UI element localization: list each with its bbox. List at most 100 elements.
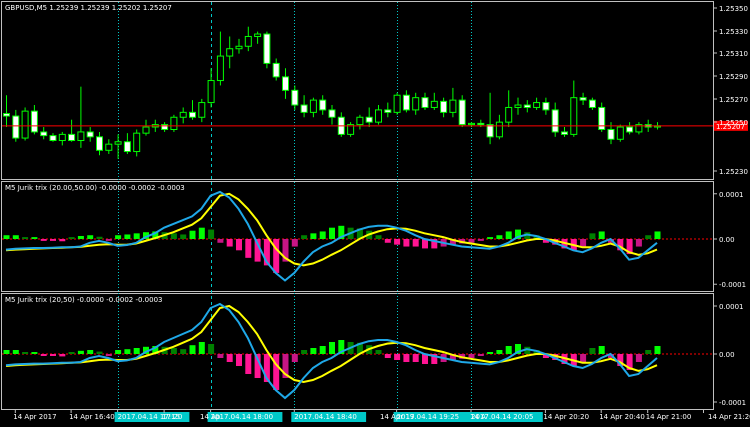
candle-body — [588, 99, 596, 108]
candle-body — [412, 97, 420, 111]
candle-body — [309, 99, 317, 113]
histogram-bar — [477, 239, 484, 241]
time-label-partial: 14 Ap — [200, 413, 221, 421]
histogram-bar — [124, 234, 131, 239]
time-highlight-label: 2017.04.14 18:40 — [294, 413, 356, 421]
indicator-axis-label: -0.0001 — [719, 399, 746, 407]
candle-body — [291, 89, 299, 106]
histogram-bar — [394, 354, 401, 360]
histogram-bar — [505, 231, 512, 239]
candle-body — [123, 141, 131, 153]
histogram-bar — [87, 350, 94, 354]
histogram-bar — [217, 354, 224, 358]
candle-body — [449, 99, 457, 113]
histogram-bar — [96, 351, 103, 354]
histogram-bar — [77, 235, 84, 239]
histogram-bar — [245, 239, 252, 258]
candle-body — [142, 126, 150, 134]
histogram-bar — [487, 237, 494, 239]
time-label: 14 Apr 2017 — [13, 413, 56, 421]
histogram-bar — [12, 350, 19, 354]
price-tick-label: 1.25270 — [719, 96, 748, 104]
histogram-bar — [31, 352, 38, 354]
histogram-bar — [59, 239, 66, 242]
candle-body — [30, 110, 38, 133]
price-tick-label: 1.25310 — [719, 50, 748, 58]
histogram-bar — [50, 239, 56, 241]
histogram-bar — [22, 237, 29, 239]
histogram-bar — [589, 348, 596, 354]
time-label: 17:20 — [162, 413, 182, 421]
candle-body — [77, 131, 85, 142]
time-label: 14 Apr 16:40 — [69, 413, 115, 421]
histogram-bar — [3, 350, 10, 354]
candle-body — [244, 35, 252, 47]
candle-body — [533, 102, 541, 108]
candle-body — [105, 143, 113, 151]
candle-body — [68, 133, 76, 142]
histogram-bar — [654, 346, 661, 354]
candle-body — [58, 133, 66, 142]
histogram-bar — [40, 239, 47, 241]
histogram-bar — [40, 354, 47, 356]
candle-body — [430, 100, 438, 108]
candle-body — [375, 109, 382, 123]
price-tick-label: 1.25230 — [719, 168, 748, 176]
candle-body — [49, 135, 57, 142]
histogram-bar — [598, 231, 605, 239]
candle-body — [458, 99, 466, 126]
histogram-bar — [477, 354, 484, 356]
histogram-bar — [133, 233, 140, 239]
candle-body — [328, 109, 336, 118]
histogram-bar — [403, 354, 410, 362]
histogram-bar — [654, 231, 661, 239]
main-pane-title: GBPUSD,M5 1.25239 1.25239 1.25202 1.2520… — [5, 4, 172, 12]
candle-body — [300, 104, 308, 113]
histogram-bar — [189, 345, 196, 354]
candle-body — [3, 113, 10, 117]
histogram-bar — [505, 346, 512, 354]
histogram-bar — [329, 227, 335, 239]
histogram-bar — [124, 349, 131, 354]
histogram-bar — [291, 354, 298, 362]
candle-body — [393, 94, 401, 113]
histogram-bar — [22, 352, 29, 354]
candle-body — [319, 99, 327, 111]
candle-body — [365, 116, 373, 123]
histogram-bar — [189, 230, 196, 239]
histogram-bar — [598, 346, 605, 354]
histogram-bar — [245, 354, 252, 374]
indicator-axis-label: 0.0001 — [719, 303, 744, 311]
time-label-partial: 14 Apr 19 — [380, 413, 414, 421]
histogram-bar — [77, 350, 84, 354]
candle-body — [579, 97, 587, 101]
candle-body — [40, 131, 48, 137]
histogram-bar — [59, 354, 66, 357]
histogram-bar — [384, 354, 391, 358]
histogram-bar — [198, 342, 205, 354]
candle-body — [189, 111, 196, 118]
histogram-bar — [236, 354, 242, 366]
histogram-bar — [291, 239, 298, 247]
histogram-bar — [208, 344, 215, 354]
candle-body — [86, 131, 94, 138]
indicator-axis-label: 0.0001 — [719, 191, 744, 199]
candle-body — [263, 33, 271, 64]
histogram-bar — [635, 239, 642, 247]
histogram-bar — [226, 354, 233, 362]
time-label: 14 Apr 21:20 — [708, 413, 750, 421]
histogram-bar — [115, 235, 122, 239]
histogram-bar — [170, 348, 177, 354]
candle-body — [616, 126, 624, 140]
histogram-bar — [68, 352, 75, 354]
histogram-bar — [226, 239, 233, 247]
histogram-bar — [208, 229, 215, 239]
time-label-partial: 14 A — [470, 413, 486, 421]
candle-body — [198, 102, 206, 118]
histogram-bar — [319, 346, 326, 354]
time-label: 14 Apr 20:40 — [599, 413, 645, 421]
histogram-bar — [403, 239, 410, 247]
histogram-bar — [468, 239, 475, 243]
time-label: 14 Apr 21:00 — [646, 413, 692, 421]
trading-chart[interactable]: 1.25207 0.00010.00-0.0001 0.00010.00-0.0… — [0, 0, 750, 427]
